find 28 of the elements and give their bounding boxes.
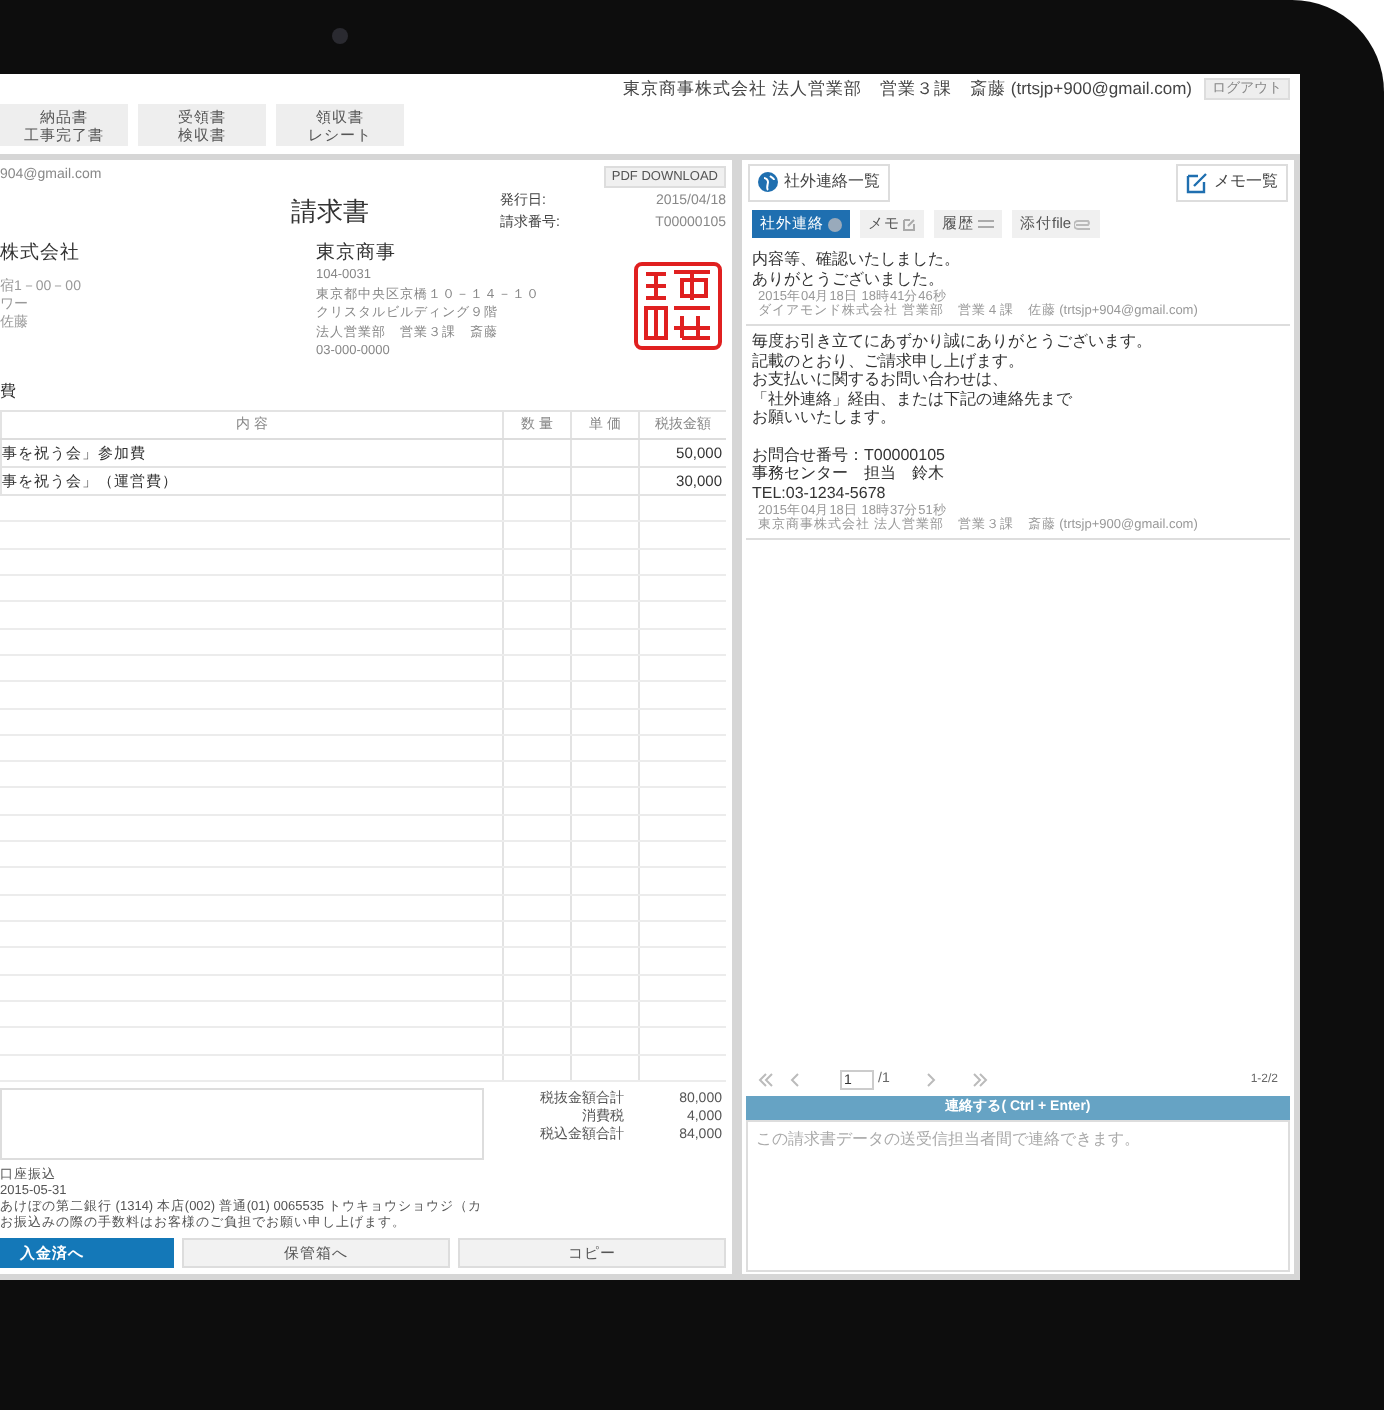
invoice-subject: 費 (0, 382, 18, 402)
message-text-line: 事務センター 担当 鈴木 (752, 464, 946, 483)
user-info: 東京商事株式会社 法人営業部 営業３課 斎藤 (trtsjp+900@gmail.com) (623, 76, 1192, 102)
issuer-name: 東京商事 (316, 242, 398, 266)
message-input-field[interactable]: この請求書データの送受信担当者間で連絡できます。 (746, 1120, 1290, 1272)
memo-list-button[interactable]: メモ一覧 (1176, 163, 1288, 201)
paperclip-icon (1073, 219, 1092, 229)
first-page-icon[interactable] (758, 1072, 774, 1088)
contact-list-button[interactable]: 社外連絡一覧 (748, 163, 890, 201)
last-page-icon[interactable] (971, 1072, 988, 1088)
edit-icon (902, 217, 916, 231)
message-text-line: お問合せ番号：T00000105 (752, 445, 947, 463)
edit-icon (1186, 171, 1208, 193)
message-text-line: 毎度お引き立てにあずかり誠にありがとうございます。 (752, 332, 1154, 351)
message-text-line: 「社外連絡」経由、または下記の連絡先まで (752, 389, 1074, 408)
message-text-line: 内容等、確認いたしました。 (752, 250, 962, 269)
globe-icon (758, 172, 778, 192)
recipient-name: 株式会社 (0, 242, 82, 266)
previous-page-icon[interactable] (790, 1072, 800, 1088)
message-text-line: ありがとうございました。 (752, 269, 946, 288)
message-text-line: お支払いに関するお問い合わせは、 (752, 370, 1010, 389)
seal-stamp-icon (634, 262, 722, 350)
message-text-line: 記載のとおり、ご請求申し上げます。 (752, 351, 1026, 370)
camera-icon (332, 28, 348, 44)
next-page-icon[interactable] (925, 1072, 936, 1088)
message-text-line: TEL:03-1234-5678 (752, 483, 888, 502)
message-text-line: お願いいたします。 (752, 408, 898, 427)
invoice-title: 請求書 (291, 196, 369, 230)
